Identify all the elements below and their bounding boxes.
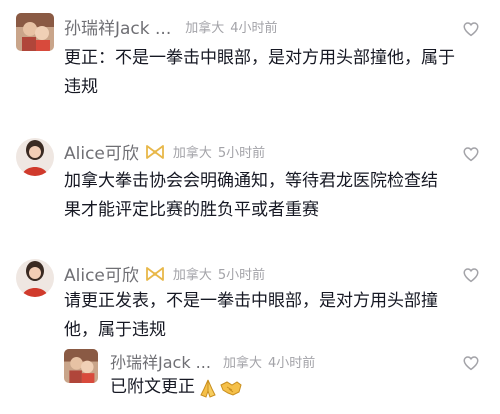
comment-text-line: 违规: [64, 77, 98, 97]
comment-text: 更正：不是一拳击中眼部，是对方用头部撞他，属于 违规: [64, 44, 455, 102]
comment-time: 4小时前: [230, 21, 278, 36]
handshake-icon: [220, 380, 242, 396]
comment-text: 加拿大拳击协会会明确通知，等待君龙医院检查结 果才能评定比赛的胜负平或者重赛: [64, 167, 438, 225]
comment-text-line: 请更正发表，不是一拳击中眼部，是对方用头部撞: [64, 291, 438, 311]
reply-text: 已附文更正: [110, 373, 243, 402]
comment-item: 孙瑞祥Jack ... 加拿大 4小时前 更正：不是一拳击中眼部，是对方用头部撞…: [0, 0, 500, 125]
comment-author[interactable]: Alice可欣: [64, 139, 139, 164]
heart-icon[interactable]: [462, 266, 480, 284]
comment-text: 请更正发表，不是一拳击中眼部，是对方用头部撞 他，属于违规: [64, 287, 438, 345]
comment-item: Alice可欣 加拿大 5小时前 加拿大拳击协会会明确通知，等待君龙医院检查结 …: [0, 125, 500, 253]
comment-time: 5小时前: [217, 268, 266, 283]
comment-text-line: 他，属于违规: [64, 320, 166, 340]
comment-text-line: 更正：不是一拳击中眼部，是对方用头部撞他，属于: [64, 48, 455, 68]
heart-icon[interactable]: [462, 145, 480, 163]
comment-item: Alice可欣 加拿大 5小时前 请更正发表，不是一拳击中眼部，是对方用头部撞 …: [0, 253, 500, 414]
folded-hands-icon: [200, 379, 216, 398]
bow-badge-icon: [145, 266, 164, 281]
bow-badge-icon: [145, 144, 164, 159]
comment-author[interactable]: Alice可欣: [64, 261, 139, 286]
comment-text-line: 果才能评定比赛的胜负平或者重赛: [64, 200, 319, 220]
avatar[interactable]: [16, 259, 54, 297]
avatar[interactable]: [64, 349, 98, 383]
comment-author[interactable]: 孙瑞祥Jack ...: [64, 14, 171, 39]
reply-text-content: 已附文更正: [110, 377, 195, 397]
reply-time: 4小时前: [267, 355, 316, 371]
comment-text-line: 加拿大拳击协会会明确通知，等待君龙医院检查结: [64, 171, 438, 191]
heart-icon[interactable]: [462, 354, 480, 372]
avatar[interactable]: [16, 13, 54, 51]
comment-location: 加拿大: [172, 268, 212, 283]
heart-icon[interactable]: [462, 20, 480, 38]
comment-location: 加拿大: [185, 21, 225, 36]
reply-author[interactable]: 孙瑞祥Jack ...: [110, 349, 211, 373]
avatar[interactable]: [16, 138, 54, 176]
comment-time: 5小时前: [217, 146, 266, 161]
reply-location: 加拿大: [222, 355, 262, 371]
comment-location: 加拿大: [172, 146, 212, 161]
